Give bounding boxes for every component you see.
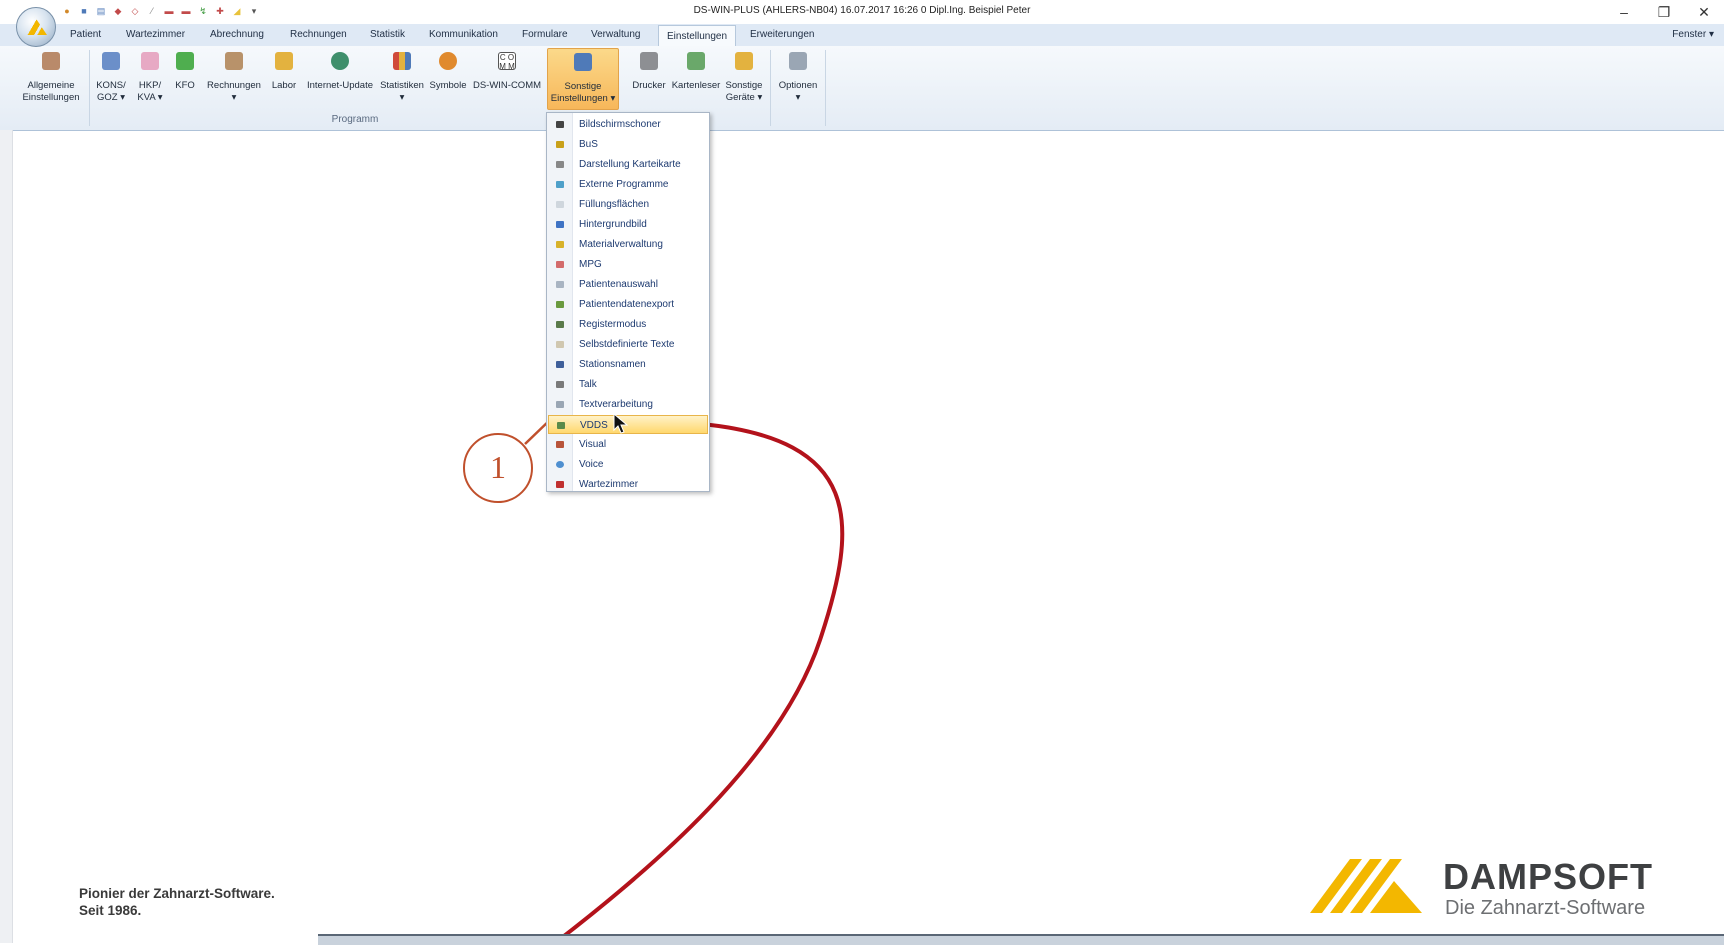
visual-icon — [556, 441, 564, 448]
menu-item-label: Externe Programme — [579, 179, 669, 190]
menu-item-textverarbeitung[interactable]: Textverarbeitung — [548, 395, 708, 414]
list-icon — [556, 281, 564, 288]
menu-item-fuellungsflaechen[interactable]: Füllungsflächen — [548, 195, 708, 214]
menu-item-label: Patientenauswahl — [579, 279, 658, 290]
step-callout: 1 — [463, 433, 533, 503]
waiting-room-icon — [556, 481, 564, 488]
menu-item-label: MPG — [579, 259, 602, 270]
voice-icon — [556, 461, 564, 468]
annotation-curve — [553, 422, 845, 943]
slogan: Pionier der Zahnarzt-Software. Seit 1986… — [79, 885, 275, 919]
menu-item-label: Wartezimmer — [579, 479, 639, 490]
menu-item-patientendatenexport[interactable]: Patientendatenexport — [548, 295, 708, 314]
menu-item-label: VDDS — [580, 420, 608, 431]
mpg-icon — [556, 261, 564, 268]
talk-icon — [556, 381, 564, 388]
brand-tagline: Die Zahnarzt-Software — [1445, 897, 1646, 919]
menu-item-label: Füllungsflächen — [579, 199, 650, 210]
menu-item-wartezimmer[interactable]: Wartezimmer — [548, 475, 708, 494]
annotation-overlay — [524, 417, 845, 943]
menu-item-label: Stationsnamen — [579, 359, 646, 370]
menu-item-label: Talk — [579, 379, 597, 390]
brand-name: DAMPSOFT — [1443, 856, 1653, 897]
menu-item-materialverwaltung[interactable]: Materialverwaltung — [548, 235, 708, 254]
menu-item-hintergrundbild[interactable]: Hintergrundbild — [548, 215, 708, 234]
vdds-icon — [557, 422, 565, 429]
export-icon — [556, 301, 564, 308]
document-icon — [556, 401, 564, 408]
text-icon — [556, 341, 564, 348]
menu-item-stationsnamen[interactable]: Stationsnamen — [548, 355, 708, 374]
external-icon — [556, 181, 564, 188]
menu-item-talk[interactable]: Talk — [548, 375, 708, 394]
mouse-cursor-icon — [613, 413, 629, 434]
menu-item-darstellung-karteikarte[interactable]: Darstellung Karteikarte — [548, 155, 708, 174]
register-icon — [556, 321, 564, 328]
tooth-icon — [556, 201, 564, 208]
menu-item-bildschirmschoner[interactable]: Bildschirmschoner — [548, 115, 708, 134]
menu-item-label: Materialverwaltung — [579, 239, 663, 250]
menu-item-label: Registermodus — [579, 319, 647, 330]
menu-item-label: BuS — [579, 139, 598, 150]
menu-item-label: Textverarbeitung — [579, 399, 653, 410]
menu-item-bus[interactable]: BuS — [548, 135, 708, 154]
menu-item-selbstdefinierte-texte[interactable]: Selbstdefinierte Texte — [548, 335, 708, 354]
menu-item-label: Selbstdefinierte Texte — [579, 339, 675, 350]
menu-item-label: Visual — [579, 439, 607, 450]
bottom-panel-edge — [318, 934, 1724, 945]
slogan-line: Seit 1986. — [79, 903, 142, 918]
image-icon — [556, 221, 564, 228]
bus-icon — [556, 141, 564, 148]
menu-item-externe-programme[interactable]: Externe Programme — [548, 175, 708, 194]
menu-item-visual[interactable]: Visual — [548, 435, 708, 454]
menu-item-label: Bildschirmschoner — [579, 119, 661, 130]
app-logo-icon — [25, 17, 47, 35]
menu-item-label: Voice — [579, 459, 604, 470]
station-icon — [556, 361, 564, 368]
menu-item-label: Patientendatenexport — [579, 299, 675, 310]
menu-item-label: Hintergrundbild — [579, 219, 647, 230]
menu-item-patientenauswahl[interactable]: Patientenauswahl — [548, 275, 708, 294]
slogan-line: Pionier der Zahnarzt-Software. — [79, 886, 275, 901]
menu-item-voice[interactable]: Voice — [548, 455, 708, 474]
menu-item-label: Darstellung Karteikarte — [579, 159, 681, 170]
menu-item-mpg[interactable]: MPG — [548, 255, 708, 274]
material-icon — [556, 241, 564, 248]
dampsoft-logo-icon — [1310, 859, 1422, 913]
sonstige-einstellungen-menu: Bildschirmschoner BuS Darstellung Kartei… — [546, 112, 710, 492]
menu-item-registermodus[interactable]: Registermodus — [548, 315, 708, 334]
monitor-icon — [556, 121, 564, 128]
card-icon — [556, 161, 564, 168]
application-menu-button[interactable] — [16, 7, 56, 47]
